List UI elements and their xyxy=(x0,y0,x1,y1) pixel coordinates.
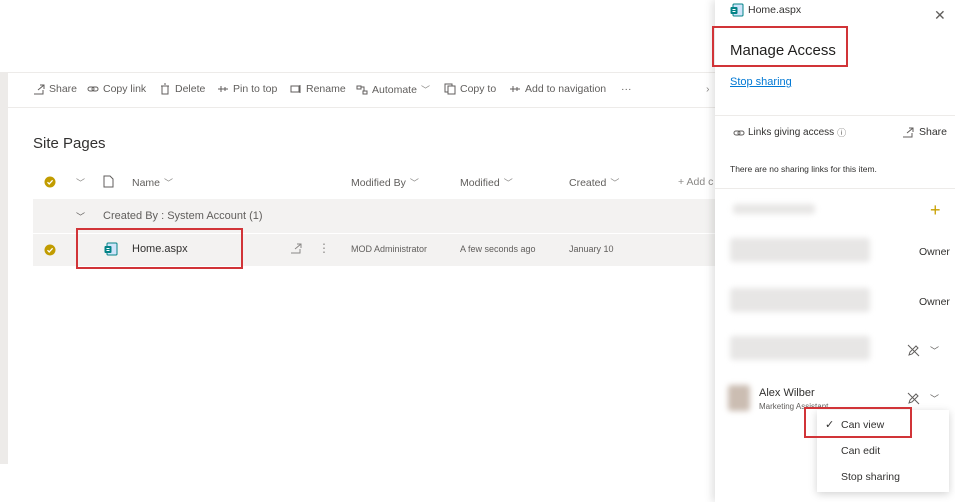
delete-command[interactable]: Delete xyxy=(159,83,205,95)
no-edit-pencil-icon[interactable] xyxy=(907,392,920,405)
column-modified-label: Modified xyxy=(460,177,500,189)
menu-item-can-edit[interactable]: Can edit xyxy=(841,445,880,457)
modified-cell: A few seconds ago xyxy=(460,244,536,254)
add-column-button[interactable]: + Add c xyxy=(678,176,713,188)
add-people-plus-icon[interactable]: + xyxy=(930,201,941,219)
share-icon xyxy=(34,84,45,95)
rename-label: Rename xyxy=(306,83,346,95)
row-more-icon[interactable]: ⋮ xyxy=(318,241,330,255)
copy-icon xyxy=(444,83,456,95)
permission-chevron-down-icon[interactable]: ﹀ xyxy=(930,344,939,357)
left-nav-edge xyxy=(0,72,8,464)
links-header-label: Links giving access xyxy=(748,127,835,138)
divider xyxy=(715,115,955,116)
panel-share-button[interactable]: Share xyxy=(902,126,947,138)
stop-sharing-link[interactable]: Stop sharing xyxy=(730,76,792,88)
copy-to-command[interactable]: Copy to xyxy=(444,83,496,95)
highlight-box-title xyxy=(712,26,848,67)
modified-by-cell: MOD Administrator xyxy=(351,244,428,254)
trash-icon xyxy=(161,83,169,95)
panel-file-name: Home.aspx xyxy=(748,4,802,16)
column-name-label: Name xyxy=(132,177,161,189)
copy-to-label: Copy to xyxy=(460,83,497,95)
row-check[interactable] xyxy=(44,244,56,256)
row-share-icon[interactable] xyxy=(290,242,302,254)
links-giving-access-header: Links giving access ⓘ xyxy=(733,126,846,139)
owner-label-1: Owner xyxy=(919,246,950,258)
pin-to-top-command[interactable]: Pin to top xyxy=(217,83,277,95)
command-bar: Share Copy link Delete Pin to top Rename… xyxy=(0,72,715,108)
group-label: Created By : System Account (1) xyxy=(103,210,263,222)
copy-link-command[interactable]: Copy link xyxy=(87,83,146,95)
select-all-check[interactable] xyxy=(44,176,56,188)
blurred-user-3 xyxy=(730,336,870,360)
page-title: Site Pages xyxy=(33,135,106,152)
no-edit-pencil-icon[interactable] xyxy=(907,344,920,357)
copy-link-label: Copy link xyxy=(103,83,147,95)
column-header-modified[interactable]: Modified ﹀ xyxy=(460,176,513,189)
pin-icon xyxy=(510,86,520,92)
close-icon[interactable]: ✕ xyxy=(934,7,946,24)
chevron-right-icon[interactable]: › xyxy=(706,83,710,95)
add-to-navigation-label: Add to navigation xyxy=(525,83,607,95)
divider xyxy=(715,188,955,189)
blurred-user-2 xyxy=(730,288,870,312)
pin-icon xyxy=(218,86,228,92)
menu-item-stop-sharing[interactable]: Stop sharing xyxy=(841,471,900,483)
owner-label-2: Owner xyxy=(919,296,950,308)
collapse-all-chevron-icon[interactable]: ﹀ xyxy=(76,176,85,189)
blurred-user-1 xyxy=(730,238,870,262)
page-file-icon xyxy=(730,3,744,17)
panel-share-label: Share xyxy=(919,126,948,138)
delete-label: Delete xyxy=(175,83,206,95)
info-icon[interactable]: ⓘ xyxy=(837,126,846,139)
check-circle-icon xyxy=(44,244,56,256)
automate-command[interactable]: Automate ﹀ xyxy=(356,83,430,96)
column-header-created[interactable]: Created ﹀ xyxy=(569,176,619,189)
highlight-box-can-view xyxy=(804,407,912,438)
created-cell: January 10 xyxy=(569,244,614,254)
pin-to-top-label: Pin to top xyxy=(233,83,278,95)
highlight-box-file xyxy=(76,228,243,269)
link-icon xyxy=(87,86,99,92)
column-created-label: Created xyxy=(569,177,607,189)
user-name: Alex Wilber xyxy=(759,387,815,399)
no-links-message: There are no sharing links for this item… xyxy=(730,164,877,174)
column-header-modified-by[interactable]: Modified By ﹀ xyxy=(351,176,419,189)
share-icon xyxy=(903,127,914,138)
column-modified-by-label: Modified By xyxy=(351,177,406,189)
link-icon xyxy=(733,130,745,135)
permission-chevron-down-icon[interactable]: ﹀ xyxy=(930,392,939,405)
blurred-group-name xyxy=(733,204,815,214)
more-icon: ··· xyxy=(621,83,632,95)
check-circle-icon xyxy=(44,176,56,188)
rename-command[interactable]: Rename xyxy=(290,83,346,95)
file-type-header-icon[interactable] xyxy=(103,175,114,188)
group-chevron-icon[interactable]: ﹀ xyxy=(76,210,85,223)
automate-icon xyxy=(356,85,368,94)
share-command[interactable]: Share xyxy=(33,83,77,95)
automate-label: Automate xyxy=(372,83,417,96)
share-command-label: Share xyxy=(49,83,78,95)
column-header-name[interactable]: Name ﹀ xyxy=(132,176,173,189)
add-to-navigation-command[interactable]: Add to navigation xyxy=(509,83,606,95)
more-commands-button[interactable]: ··· xyxy=(621,83,632,95)
rename-icon xyxy=(290,85,301,93)
avatar xyxy=(728,385,750,411)
chevron-down-icon: ﹀ xyxy=(420,85,430,95)
